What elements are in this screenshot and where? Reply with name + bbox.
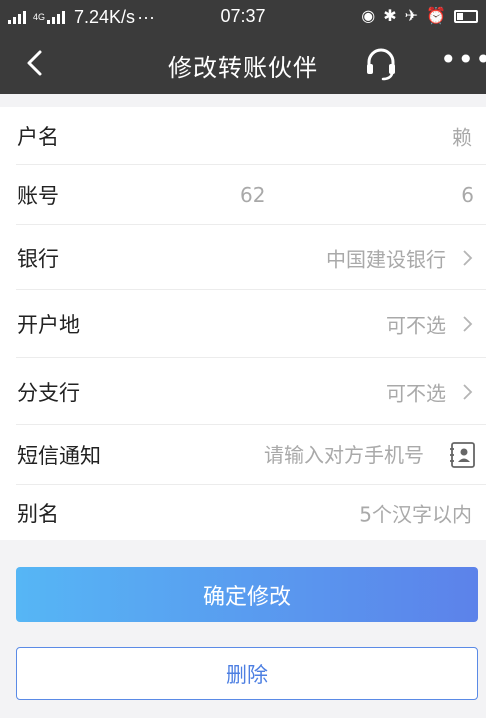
phone-input[interactable]: [224, 443, 424, 467]
chevron-right-icon: [463, 316, 473, 332]
form-row-location[interactable]: 开户地 可不选: [0, 290, 486, 358]
partner-form: 户名 赖 账号 62 6 银行 中国建设银行 开户地 可不选 分支行 可不选 短…: [0, 107, 486, 540]
name-label: 户名: [17, 125, 59, 149]
chevron-right-icon: [463, 383, 473, 400]
bank-label: 银行: [17, 246, 59, 271]
form-row-branch[interactable]: 分支行 可不选: [0, 358, 486, 425]
status-bar: 4G 7.24K/s ··· 07:37 ◉ ✱ ✈ ⏰: [0, 0, 486, 33]
headset-icon[interactable]: [364, 47, 398, 81]
name-value: 赖: [452, 125, 472, 150]
form-row-account: 账号 62 6: [0, 165, 486, 225]
page-title: 修改转账伙伴: [168, 54, 318, 82]
location-label: 开户地: [17, 313, 80, 337]
sms-label: 短信通知: [17, 444, 101, 468]
form-row-bank[interactable]: 银行 中国建设银行: [0, 225, 486, 290]
mute-icon: ✈: [404, 8, 419, 25]
account-value-start: 62: [240, 183, 266, 207]
delete-button[interactable]: 删除: [16, 647, 478, 700]
form-row-sms: 短信通知: [0, 425, 486, 485]
account-value-end: 6: [461, 183, 474, 207]
alias-label: 别名: [17, 501, 59, 526]
branch-label: 分支行: [17, 380, 80, 405]
alarm-icon: ⏰: [426, 8, 446, 25]
location-value: 可不选: [386, 313, 446, 338]
bluetooth-icon: ✱: [383, 8, 397, 25]
form-row-name: 户名 赖: [0, 107, 486, 165]
contact-book-icon[interactable]: [450, 441, 476, 469]
more-button[interactable]: •••: [440, 46, 486, 78]
branch-value: 可不选: [386, 381, 446, 405]
battery-icon: [454, 9, 478, 23]
chevron-right-icon: [463, 249, 473, 266]
confirm-button[interactable]: 确定修改: [16, 567, 478, 622]
account-label: 账号: [17, 184, 59, 208]
status-right: ◉ ✱ ✈ ⏰: [361, 6, 478, 26]
bank-value: 中国建设银行: [326, 247, 446, 271]
nav-bar: 修改转账伙伴 •••: [0, 33, 486, 94]
location-icon: ◉: [361, 8, 376, 25]
form-row-alias[interactable]: 别名 5个汉字以内: [0, 485, 486, 540]
alias-value: 5个汉字以内: [359, 502, 472, 526]
